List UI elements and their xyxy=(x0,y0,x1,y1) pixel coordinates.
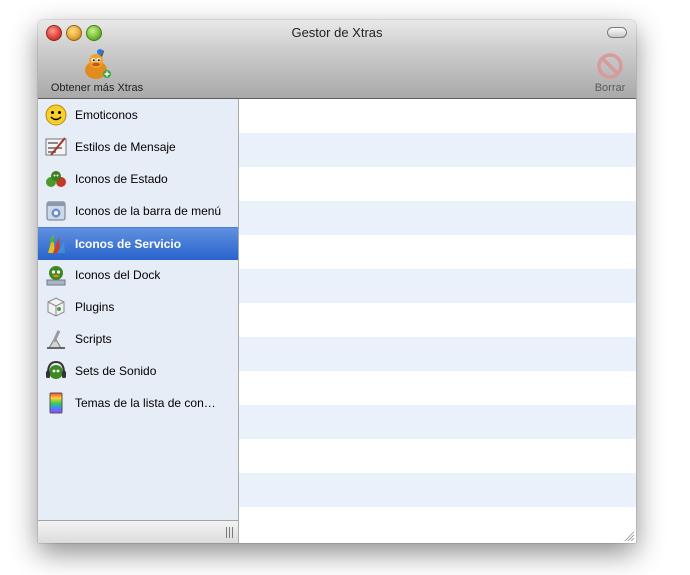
list-row-stripe xyxy=(239,337,636,371)
sidebar-item-sets-de-sonido[interactable]: Sets de Sonido xyxy=(38,355,238,387)
contact-list-theme-icon xyxy=(45,392,67,414)
headphones-icon xyxy=(45,360,67,382)
dock-icon xyxy=(45,264,67,286)
window-resize-grip[interactable] xyxy=(623,530,634,541)
sidebar-item-label: Iconos del Dock xyxy=(75,268,161,282)
sidebar-item-label: Sets de Sonido xyxy=(75,364,157,378)
sidebar-item-label: Plugins xyxy=(75,300,115,314)
adium-duck-icon xyxy=(85,49,111,79)
get-more-xtras-label: Obtener más Xtras xyxy=(50,82,144,94)
sidebar-item-label: Estilos de Mensaje xyxy=(75,140,176,154)
xtras-manager-window: Gestor de Xtras Obtener más Xtras Borrar… xyxy=(38,20,636,543)
plugin-icon xyxy=(45,296,67,318)
toolbar: Gestor de Xtras Obtener más Xtras Borrar xyxy=(38,20,636,99)
get-more-xtras-button[interactable]: Obtener más Xtras xyxy=(44,48,150,94)
script-icon xyxy=(45,328,67,350)
delete-label: Borrar xyxy=(594,82,626,94)
no-entry-icon xyxy=(597,53,623,79)
sidebar-item-emoticonos[interactable]: Emoticonos xyxy=(38,99,238,131)
sidebar-item-scripts[interactable]: Scripts xyxy=(38,323,238,355)
xtras-category-list: Emoticonos Estilos de Mensaje Iconos de … xyxy=(38,99,239,543)
sidebar-item-plugins[interactable]: Plugins xyxy=(38,291,238,323)
smiley-icon xyxy=(45,104,67,126)
toolbar-toggle-button[interactable] xyxy=(607,27,627,38)
status-icons-icon xyxy=(45,168,67,190)
list-row-stripe xyxy=(239,201,636,235)
sidebar-item-label: Scripts xyxy=(75,332,112,346)
list-row-stripe xyxy=(239,405,636,439)
list-row-stripe xyxy=(239,473,636,507)
sidebar-item-temas-lista-contactos[interactable]: Temas de la lista de con… xyxy=(38,387,238,419)
menubar-icon xyxy=(45,200,67,222)
sidebar-resize-handle[interactable] xyxy=(226,527,234,538)
xtras-list[interactable] xyxy=(239,99,636,543)
window-title: Gestor de Xtras xyxy=(291,25,383,40)
sidebar-item-label: Iconos de la barra de menú xyxy=(75,204,222,218)
sidebar-item-label: Iconos de Servicio xyxy=(75,237,182,251)
sidebar-item-label: Iconos de Estado xyxy=(75,172,168,186)
sidebar-item-iconos-de-estado[interactable]: Iconos de Estado xyxy=(38,163,238,195)
service-icons-icon xyxy=(45,233,67,255)
sidebar-item-iconos-de-servicio[interactable]: Iconos de Servicio xyxy=(38,227,238,260)
sidebar-item-iconos-barra-menu[interactable]: Iconos de la barra de menú xyxy=(38,195,238,227)
sidebar-item-estilos-de-mensaje[interactable]: Estilos de Mensaje xyxy=(38,131,238,163)
list-row-stripe xyxy=(239,133,636,167)
message-style-icon xyxy=(45,136,67,158)
sidebar-item-iconos-del-dock[interactable]: Iconos del Dock xyxy=(38,259,238,291)
sidebar-item-label: Emoticonos xyxy=(75,108,138,122)
sidebar-item-label: Temas de la lista de con… xyxy=(75,396,216,410)
list-row-stripe xyxy=(239,269,636,303)
sidebar-footer xyxy=(38,520,238,543)
delete-button[interactable]: Borrar xyxy=(590,48,630,94)
